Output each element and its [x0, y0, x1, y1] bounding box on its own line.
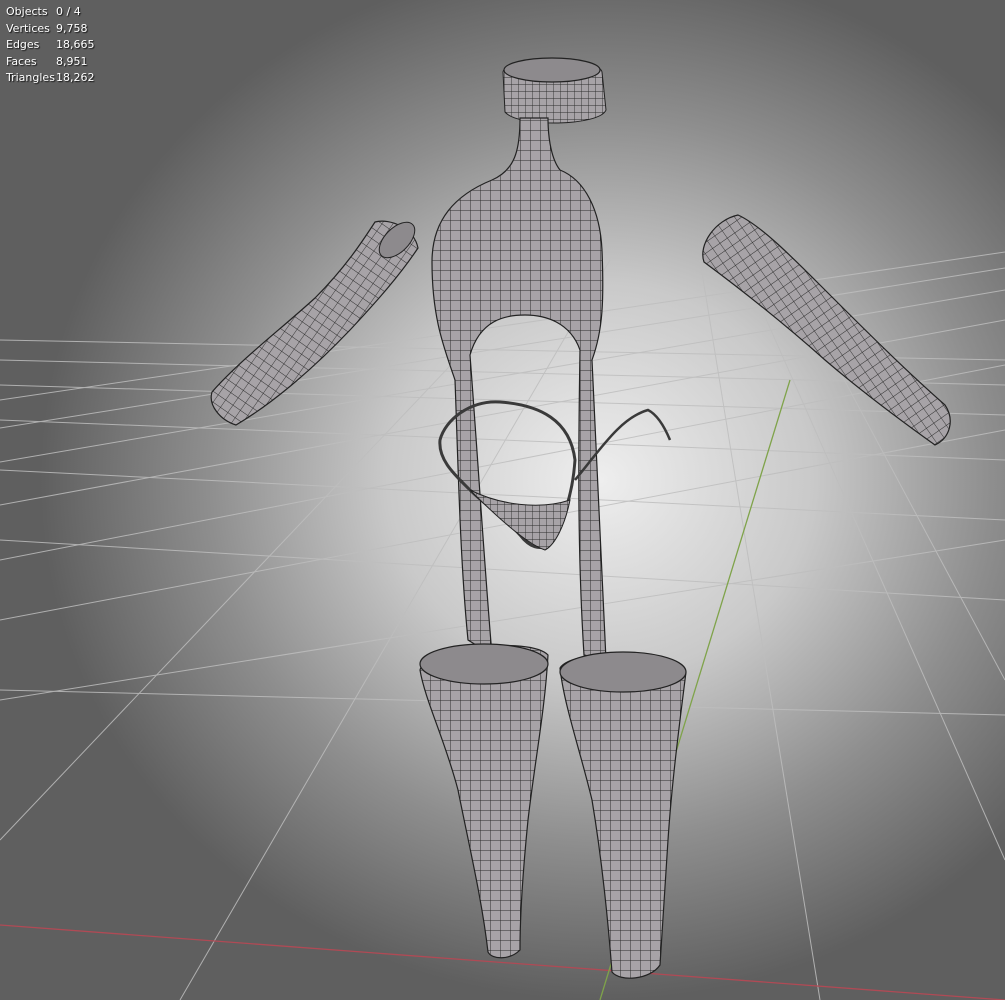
- left-arm-mesh[interactable]: [210, 216, 421, 426]
- stat-label: Objects: [6, 5, 48, 18]
- stat-row-edges: Edges 18,665: [6, 37, 95, 54]
- collar-mesh[interactable]: [502, 57, 607, 124]
- stat-label: Edges: [6, 38, 40, 51]
- torso-mesh[interactable]: [431, 117, 607, 661]
- stat-value: 9,758: [56, 21, 88, 35]
- stat-label: Vertices: [6, 21, 50, 35]
- right-leg-mesh[interactable]: [559, 651, 687, 979]
- stat-label: Triangles: [6, 71, 55, 84]
- stat-value: 8,951: [56, 54, 88, 68]
- stat-label: Faces: [6, 54, 37, 68]
- stat-value: 18,262: [56, 71, 95, 84]
- stat-row-triangles: Triangles 18,262: [6, 70, 95, 87]
- stat-row-vertices: Vertices 9,758: [6, 21, 95, 38]
- stat-row-faces: Faces 8,951: [6, 54, 95, 71]
- stat-value: 0 / 4: [56, 5, 81, 18]
- right-arm-mesh[interactable]: [702, 214, 951, 446]
- left-leg-mesh[interactable]: [419, 643, 549, 959]
- 3d-viewport[interactable]: Objects 0 / 4 Vertices 9,758 Edges 18,66…: [0, 0, 1005, 1000]
- viewport-statistics-overlay: Objects 0 / 4 Vertices 9,758 Edges 18,66…: [6, 4, 95, 87]
- viewport-scene[interactable]: [0, 0, 1005, 1000]
- stat-value: 18,665: [56, 38, 95, 51]
- stat-row-objects: Objects 0 / 4: [6, 4, 95, 21]
